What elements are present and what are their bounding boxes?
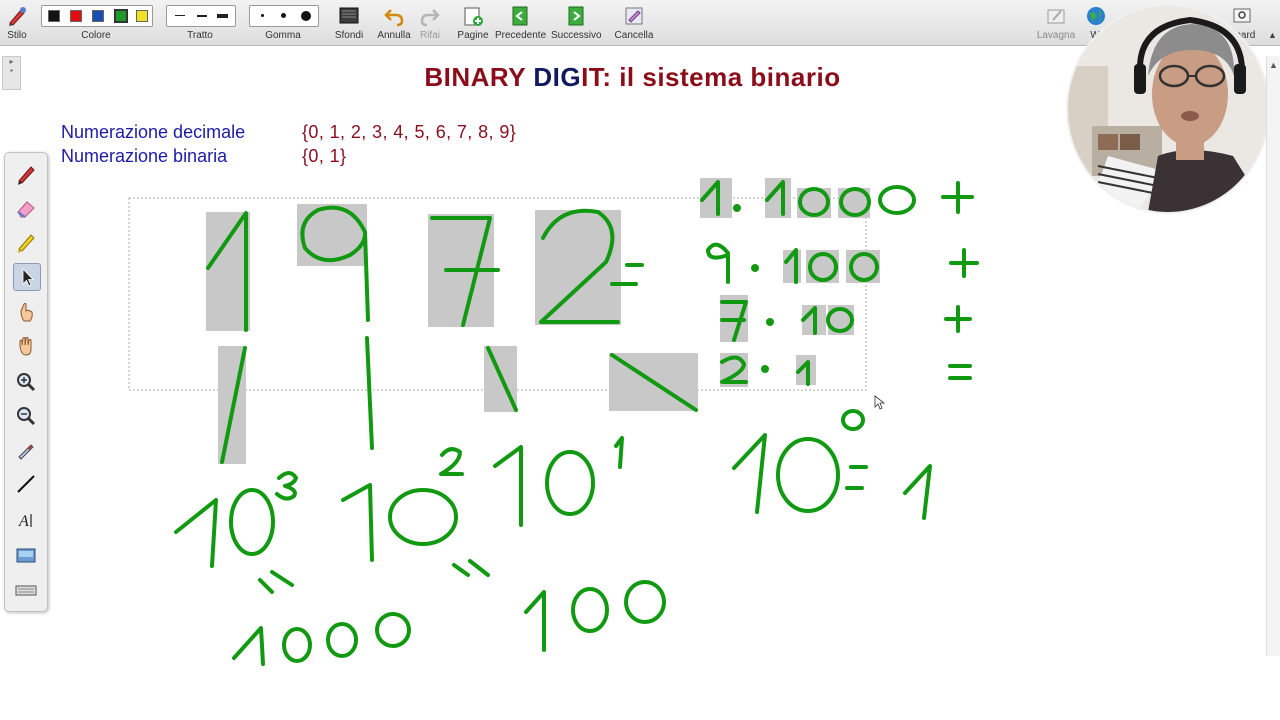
vertical-scrollbar[interactable]: ▲ [1266,56,1280,656]
scroll-up-icon[interactable]: ▲ [1269,60,1278,70]
webcam-overlay [1068,6,1268,212]
mouse-cursor-icon [874,395,886,410]
presenter-video-icon [1068,6,1268,212]
